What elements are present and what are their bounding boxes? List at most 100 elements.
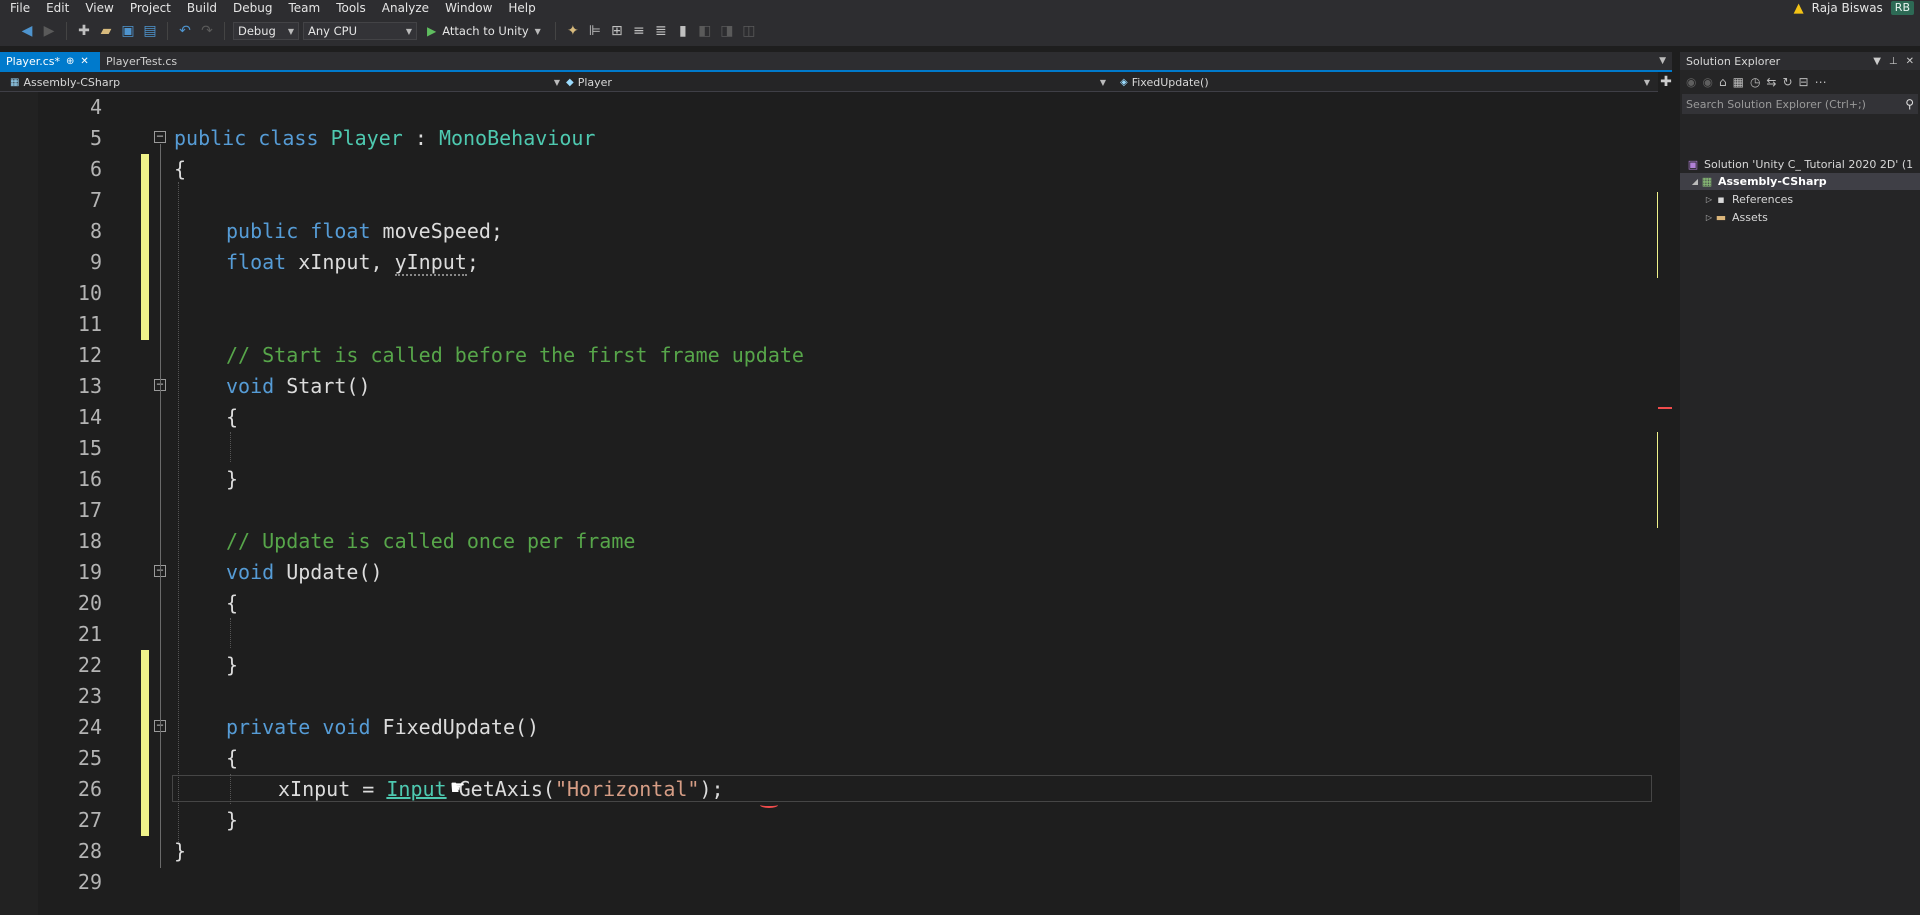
prev-bookmark-icon[interactable]: ◧ (696, 22, 714, 40)
tree-item-assets[interactable]: ▷ ▬ Assets (1680, 209, 1920, 226)
save-icon[interactable]: ▣ (119, 22, 137, 40)
code-editor[interactable]: 4 5 − public class Player : MonoBehaviou… (0, 92, 1658, 915)
member-dropdown[interactable]: ◈ FixedUpdate() ▼ (1120, 74, 1650, 90)
comment-lines-icon[interactable]: ≡ (630, 22, 648, 40)
menu-project[interactable]: Project (122, 0, 179, 16)
code-line: 21 (0, 619, 1658, 650)
tree-item-label: Assets (1732, 211, 1768, 224)
open-file-icon[interactable]: ▰ (97, 22, 115, 40)
menu-bar: File Edit View Project Build Debug Team … (0, 0, 1920, 16)
step-icon[interactable]: ⊞ (608, 22, 626, 40)
panel-divider[interactable] (1672, 52, 1680, 915)
save-all-icon[interactable]: ▤ (141, 22, 159, 40)
tree-item-project[interactable]: ◢ ▦ Assembly-CSharp (1680, 173, 1920, 190)
change-marker (141, 712, 149, 743)
collapsed-arrow-icon[interactable]: ▷ (1704, 213, 1714, 222)
csharp-project-icon: ▦ (1701, 175, 1713, 188)
new-project-icon[interactable]: ✚ (75, 22, 93, 40)
menu-window[interactable]: Window (437, 0, 500, 16)
indent-guide (178, 182, 179, 842)
pending-changes-icon[interactable]: ◷ (1750, 75, 1760, 89)
next-bookmark-icon[interactable]: ◨ (718, 22, 736, 40)
expanded-arrow-icon[interactable]: ◢ (1690, 177, 1700, 186)
code-comment: // Update is called once per frame (226, 529, 636, 553)
back-icon[interactable]: ◉ (1686, 75, 1696, 89)
bookmark-icon[interactable]: ▮ (674, 22, 692, 40)
class-dropdown[interactable]: ◆ Player ▼ (566, 74, 1106, 90)
undo-icon[interactable]: ↶ (176, 22, 194, 40)
menu-tools[interactable]: Tools (328, 0, 374, 16)
line-number: 10 (77, 281, 102, 305)
auto-hide-pin-icon[interactable]: ⊥ (1889, 56, 1898, 67)
navigate-forward-icon[interactable]: ▶ (40, 22, 58, 40)
tree-item-references[interactable]: ▷ ▪ References (1680, 191, 1920, 208)
collapse-icon[interactable]: − (154, 130, 166, 143)
toggle-breakpoint-icon[interactable]: ⊫ (586, 22, 604, 40)
close-icon[interactable]: ✕ (1906, 56, 1914, 67)
menu-build[interactable]: Build (179, 0, 225, 16)
split-window-icon[interactable]: ✚ (1660, 72, 1672, 92)
tree-item-solution[interactable]: ▣ Solution 'Unity C_ Tutorial 2020 2D' (… (1680, 156, 1920, 173)
code-text: { (226, 746, 239, 770)
collapse-all-icon[interactable]: ⊟ (1799, 75, 1809, 89)
tab-overflow-icon[interactable]: ▼ (1659, 52, 1672, 70)
navigate-back-icon[interactable]: ◀ (18, 22, 36, 40)
pin-icon[interactable]: ⊕ (66, 56, 74, 67)
class-icon: ◆ (566, 76, 574, 88)
menu-help[interactable]: Help (500, 0, 543, 16)
switch-views-icon[interactable]: ▦ (1733, 75, 1744, 89)
refresh-icon[interactable]: ↻ (1782, 75, 1792, 89)
warning-icon[interactable]: ▲ (1794, 1, 1804, 16)
outline-line (160, 144, 161, 868)
project-dropdown[interactable]: ▦ Assembly-CSharp ▼ (10, 74, 560, 90)
code-text: { (226, 591, 239, 615)
menu-edit[interactable]: Edit (38, 0, 77, 16)
tab-playertest-cs[interactable]: PlayerTest.cs (100, 52, 183, 70)
toolbar-separator (167, 22, 168, 40)
attach-to-unity-button[interactable]: ▶ Attach to Unity ▼ (421, 24, 547, 38)
solution-search-input[interactable]: Search Solution Explorer (Ctrl+;) ⚲ (1682, 94, 1918, 114)
menu-file[interactable]: File (0, 0, 38, 16)
configuration-select[interactable]: Debug ▼ (233, 22, 299, 40)
user-avatar[interactable]: RB (1890, 1, 1914, 15)
scrollbar-change-mark (1657, 192, 1658, 278)
user-area: ▲ Raja Biswas RB (1794, 0, 1914, 16)
change-marker (141, 681, 149, 712)
search-icon[interactable]: ⚲ (1905, 97, 1914, 111)
menu-view[interactable]: View (77, 0, 121, 16)
chevron-down-icon: ▼ (553, 77, 560, 87)
line-number: 19 (77, 560, 102, 584)
clear-bookmarks-icon[interactable]: ◫ (740, 22, 758, 40)
tree-item-label: Solution 'Unity C_ Tutorial 2020 2D' (1 (1704, 158, 1914, 171)
project-value: Assembly-CSharp (23, 75, 121, 89)
menu-debug[interactable]: Debug (225, 0, 280, 16)
code-line: 29 (0, 867, 1658, 898)
line-number: 17 (77, 498, 102, 522)
code-line: 22 } (0, 650, 1658, 681)
code-text: } (174, 839, 187, 863)
code-line: 23 (0, 681, 1658, 712)
forward-icon[interactable]: ◉ (1702, 75, 1712, 89)
code-line: 19 − void Update() (0, 557, 1658, 588)
menu-analyze[interactable]: Analyze (374, 0, 437, 16)
code-line: 8 public float moveSpeed; (0, 216, 1658, 247)
uncomment-lines-icon[interactable]: ≣ (652, 22, 670, 40)
collapsed-arrow-icon[interactable]: ▷ (1704, 195, 1714, 204)
window-position-icon[interactable]: ▼ (1873, 56, 1881, 67)
code-text: xInput = Input GetAxis("Horizontal"); (278, 777, 724, 801)
user-name[interactable]: Raja Biswas (1812, 1, 1883, 15)
tab-player-cs[interactable]: Player.cs* ⊕ ✕ (0, 52, 100, 70)
home-icon[interactable]: ⌂ (1719, 75, 1727, 89)
line-number: 12 (77, 343, 102, 367)
menu-team[interactable]: Team (280, 0, 328, 16)
play-icon: ▶ (427, 24, 437, 38)
redo-icon[interactable]: ↷ (198, 22, 216, 40)
platform-select[interactable]: Any CPU ▼ (303, 22, 417, 40)
close-icon[interactable]: ✕ (80, 56, 88, 67)
sync-icon[interactable]: ⇆ (1766, 75, 1776, 89)
folder-icon: ▬ (1715, 211, 1727, 224)
more-icon[interactable]: ⋯ (1815, 75, 1827, 89)
vertical-scrollbar[interactable] (1655, 92, 1658, 915)
code-comment: // Start is called before the first fram… (226, 343, 804, 367)
unity-tools-icon[interactable]: ✦ (564, 22, 582, 40)
